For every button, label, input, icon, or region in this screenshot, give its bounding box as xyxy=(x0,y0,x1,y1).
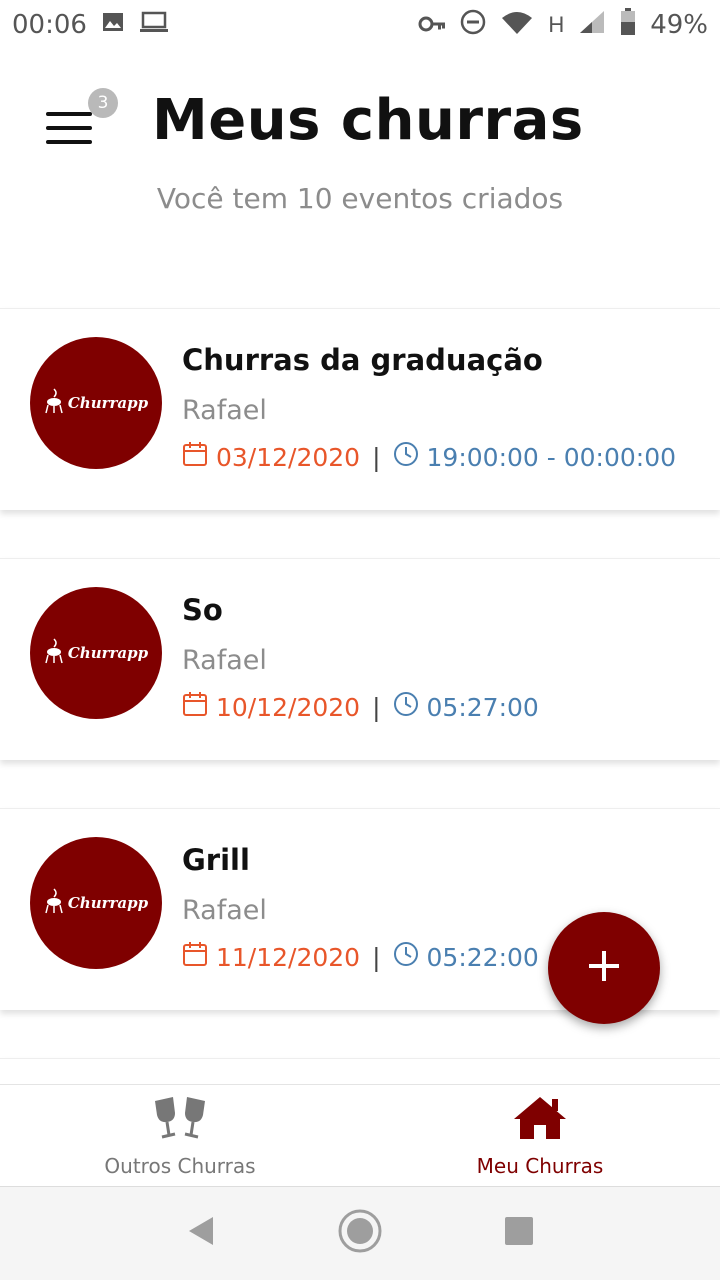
plus-icon xyxy=(587,949,621,988)
page-title: Meus churras xyxy=(152,88,584,153)
event-time-text: 05:22:00 xyxy=(426,942,539,972)
event-owner: Rafael xyxy=(182,895,267,926)
event-date-text: 10/12/2020 xyxy=(216,692,361,722)
system-nav-bar xyxy=(0,1186,720,1280)
toast-glasses-icon xyxy=(149,1093,211,1148)
back-icon[interactable] xyxy=(185,1215,217,1252)
nav-label: Meu Churras xyxy=(476,1154,604,1178)
event-title: Grill xyxy=(182,843,250,877)
event-date-text: 11/12/2020 xyxy=(216,942,361,972)
grill-icon xyxy=(44,637,64,670)
battery-icon xyxy=(620,7,636,43)
event-card[interactable]: Churrapp So Rafael 10/12/2020 | 05:27:00 xyxy=(0,558,720,760)
event-title: So xyxy=(182,593,223,627)
clock-icon xyxy=(393,941,419,973)
event-meta: 10/12/2020 | 05:27:00 xyxy=(182,691,539,723)
event-time-text: 05:27:00 xyxy=(426,692,539,722)
avatar-logo-text: Churrapp xyxy=(67,644,149,662)
image-icon xyxy=(101,10,125,41)
status-time: 00:06 xyxy=(12,10,87,40)
home-icon xyxy=(512,1093,568,1148)
avatar-logo-text: Churrapp xyxy=(67,894,149,912)
event-time-text: 19:00:00 - 00:00:00 xyxy=(426,442,677,472)
event-time: 19:00:00 - 00:00:00 xyxy=(393,441,676,473)
home-button-icon[interactable] xyxy=(337,1208,383,1259)
event-date: 11/12/2020 xyxy=(182,941,360,973)
nav-meu-churras[interactable]: Meu Churras xyxy=(360,1085,720,1186)
bottom-nav: Outros Churras Meu Churras xyxy=(0,1084,720,1186)
event-time: 05:27:00 xyxy=(393,691,539,723)
network-type: H xyxy=(548,12,565,37)
meta-separator: | xyxy=(372,692,381,722)
do-not-disturb-icon xyxy=(460,9,486,42)
signal-icon xyxy=(578,9,606,42)
battery-percent: 49% xyxy=(650,10,708,40)
event-avatar: Churrapp xyxy=(30,587,162,719)
event-owner: Rafael xyxy=(182,645,267,676)
calendar-icon xyxy=(182,441,208,473)
nav-outros-churras[interactable]: Outros Churras xyxy=(0,1085,360,1186)
event-owner: Rafael xyxy=(182,395,267,426)
event-date: 03/12/2020 xyxy=(182,441,360,473)
event-date: 10/12/2020 xyxy=(182,691,360,723)
event-title: Churras da graduação xyxy=(182,343,543,377)
vpn-key-icon xyxy=(418,10,446,41)
event-time: 05:22:00 xyxy=(393,941,539,973)
event-meta: 11/12/2020 | 05:22:00 xyxy=(182,941,539,973)
add-event-button[interactable] xyxy=(548,912,660,1024)
clock-icon xyxy=(393,441,419,473)
meta-separator: | xyxy=(372,442,381,472)
event-date-text: 03/12/2020 xyxy=(216,442,361,472)
menu-button[interactable] xyxy=(46,108,94,148)
clock-icon xyxy=(393,691,419,723)
wifi-icon xyxy=(500,9,534,42)
meta-separator: | xyxy=(372,942,381,972)
event-avatar: Churrapp xyxy=(30,837,162,969)
event-meta: 03/12/2020 | 19:00:00 - 00:00:00 xyxy=(182,441,676,473)
grill-icon xyxy=(44,887,64,920)
laptop-icon xyxy=(139,10,169,41)
recents-icon[interactable] xyxy=(503,1215,535,1252)
nav-label: Outros Churras xyxy=(104,1154,256,1178)
menu-badge: 3 xyxy=(88,88,118,118)
menu-icon xyxy=(46,112,92,116)
status-bar: 00:06 H 49% xyxy=(0,0,720,50)
event-card[interactable]: Churrapp Churras da graduação Rafael 03/… xyxy=(0,308,720,510)
avatar-logo-text: Churrapp xyxy=(67,394,149,412)
page-subtitle: Você tem 10 eventos criados xyxy=(156,182,564,215)
calendar-icon xyxy=(182,941,208,973)
event-avatar: Churrapp xyxy=(30,337,162,469)
calendar-icon xyxy=(182,691,208,723)
grill-icon xyxy=(44,387,64,420)
